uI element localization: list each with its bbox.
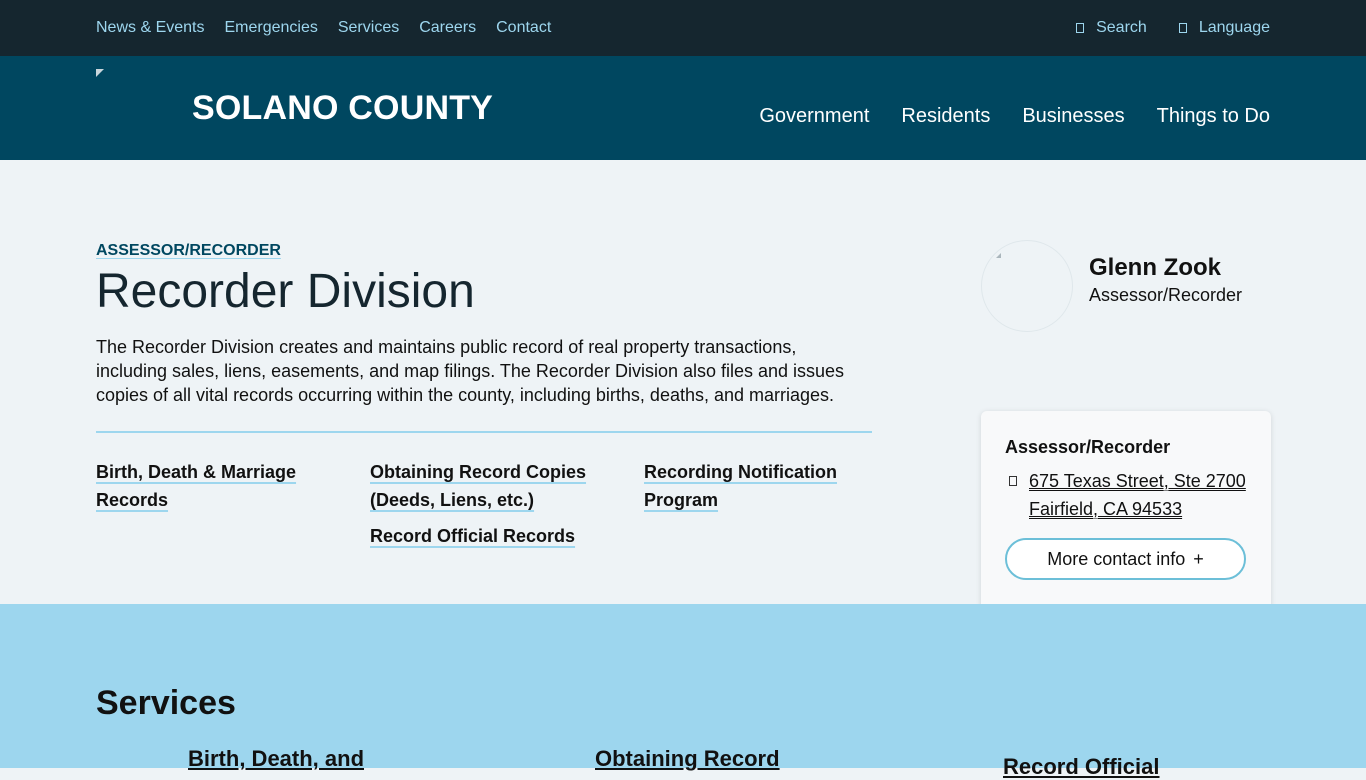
link-recording-notification-program[interactable]: Recording Notification Program: [644, 458, 872, 514]
globe-icon: [1178, 23, 1187, 33]
page-intro: The Recorder Division creates and mainta…: [96, 337, 845, 405]
official-photo: [981, 240, 1073, 332]
page-content: ASSESSOR/RECORDER Recorder Division The …: [0, 160, 1366, 611]
page-title: Recorder Division: [96, 265, 475, 318]
official-name: Glenn Zook: [1089, 254, 1221, 281]
link-record-official-records[interactable]: Record Official Records: [370, 522, 610, 550]
link-birth-death-marriage-records[interactable]: Birth, Death & Marriage Records: [96, 458, 336, 514]
quick-links-column: Recording Notification Program: [644, 458, 872, 522]
nav-government[interactable]: Government: [759, 105, 869, 128]
breadcrumb-assessor-recorder[interactable]: ASSESSOR/RECORDER: [96, 242, 281, 260]
quick-links-column: Obtaining Record Copies (Deeds, Liens, e…: [370, 458, 610, 558]
address-line-1: 675 Texas Street, Ste 2700: [1029, 471, 1246, 491]
service-card-birth-death[interactable]: Birth, Death, and: [188, 746, 364, 772]
search-button[interactable]: Search: [1076, 19, 1147, 37]
address-line-2: Fairfield, CA 94533: [1029, 499, 1183, 519]
utility-bar: News & Events Emergencies Services Caree…: [0, 0, 1366, 56]
main-nav: Government Residents Businesses Things t…: [727, 56, 1270, 160]
more-contact-info-label: More contact info: [1047, 548, 1186, 569]
nav-things-to-do[interactable]: Things to Do: [1157, 105, 1270, 128]
services-section: Services Birth, Death, and Obtaining Rec…: [0, 604, 1366, 779]
nav-businesses[interactable]: Businesses: [1022, 105, 1124, 128]
search-icon: [1076, 23, 1085, 33]
language-button[interactable]: Language: [1178, 19, 1270, 37]
broken-image-icon: [96, 69, 104, 77]
plus-icon: +: [1193, 548, 1204, 569]
utility-link-news-events[interactable]: News & Events: [96, 19, 204, 37]
section-divider: [96, 431, 872, 433]
link-obtaining-record-copies[interactable]: Obtaining Record Copies (Deeds, Liens, e…: [370, 458, 610, 514]
site-title[interactable]: SOLANO COUNTY: [192, 89, 493, 128]
quick-links-column: Birth, Death & Marriage Records: [96, 458, 336, 522]
utility-nav: News & Events Emergencies Services Caree…: [96, 0, 571, 56]
language-label: Language: [1198, 19, 1270, 36]
official-role: Assessor/Recorder: [1089, 285, 1243, 305]
service-card-record-official[interactable]: Record Official: [1003, 754, 1159, 780]
contact-address-link[interactable]: 675 Texas Street, Ste 2700 Fairfield, CA…: [1029, 467, 1246, 523]
utility-link-careers[interactable]: Careers: [419, 19, 476, 37]
more-contact-info-button[interactable]: More contact info +: [1005, 538, 1246, 580]
utility-link-contact[interactable]: Contact: [496, 19, 551, 37]
contact-heading: Assessor/Recorder: [1005, 437, 1171, 457]
official-profile: Glenn Zook Assessor/Recorder: [981, 240, 1271, 332]
utility-actions: Search Language: [1044, 0, 1270, 56]
county-logo-image[interactable]: [96, 69, 112, 85]
contact-card: Assessor/Recorder 675 Texas Street, Ste …: [981, 411, 1271, 611]
map-pin-icon: [1009, 476, 1017, 486]
main-header: SOLANO COUNTY Government Residents Busin…: [0, 56, 1366, 160]
nav-residents[interactable]: Residents: [901, 105, 990, 128]
utility-link-emergencies[interactable]: Emergencies: [224, 19, 317, 37]
service-card-obtaining-record[interactable]: Obtaining Record: [595, 746, 780, 772]
services-title: Services: [96, 684, 236, 722]
utility-link-services[interactable]: Services: [338, 19, 399, 37]
search-label: Search: [1096, 19, 1147, 36]
broken-image-icon: [996, 253, 1001, 258]
